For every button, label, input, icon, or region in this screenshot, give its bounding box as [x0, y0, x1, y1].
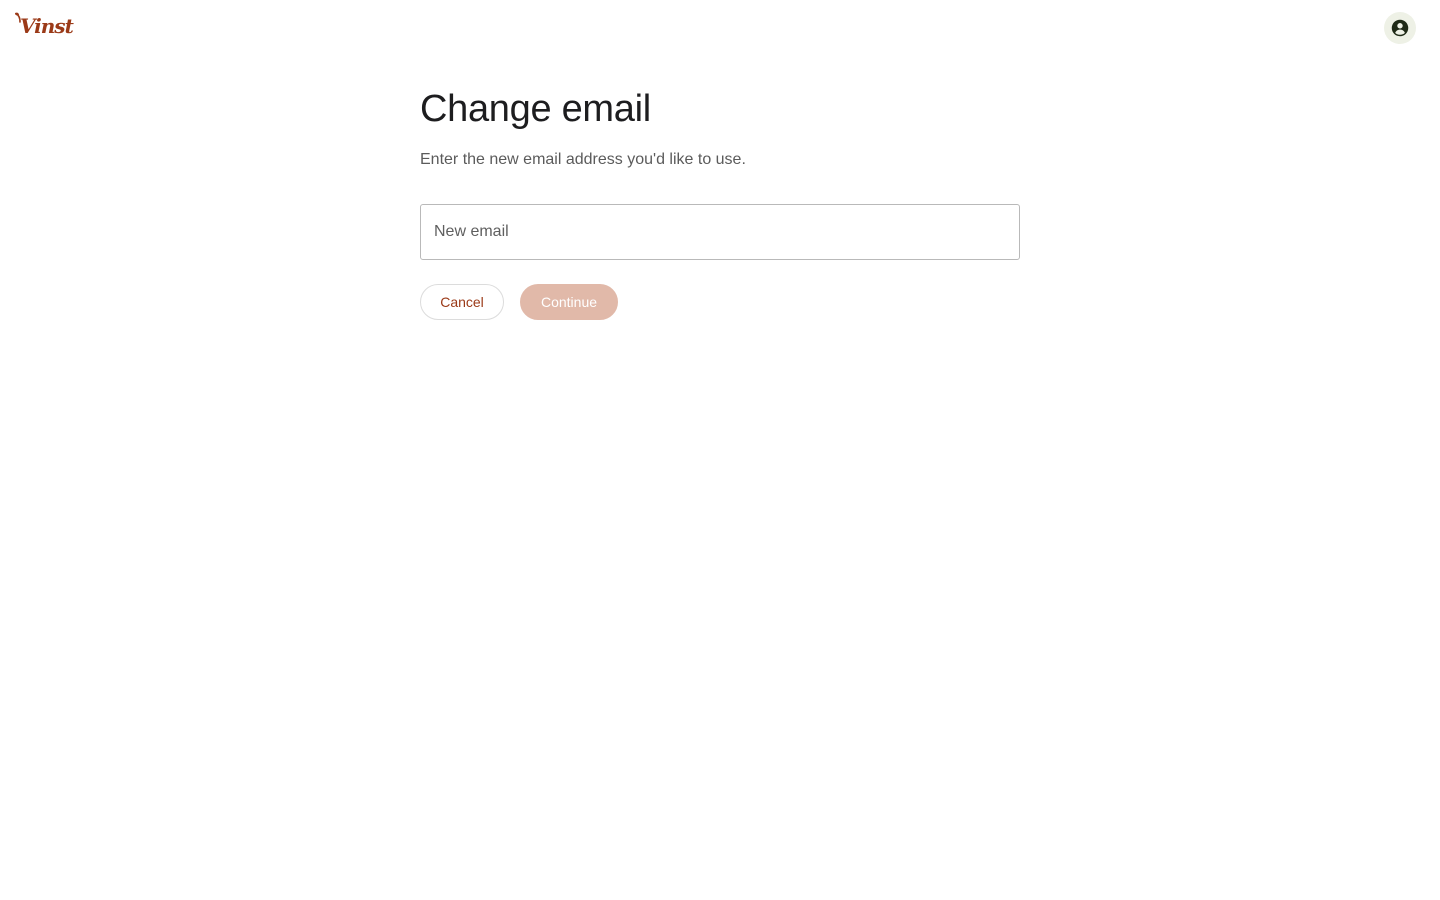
account-circle-icon — [1391, 19, 1409, 37]
change-email-form: Change email Enter the new email address… — [420, 86, 1020, 320]
continue-button[interactable]: Continue — [520, 284, 618, 320]
form-actions: Cancel Continue — [420, 284, 1020, 320]
page-title: Change email — [420, 88, 651, 130]
logo-text: Vinst — [20, 14, 74, 38]
page-subtitle: Enter the new email address you'd like t… — [420, 151, 746, 168]
cancel-button[interactable]: Cancel — [420, 284, 504, 320]
vinst-logo[interactable]: Vinst — [14, 12, 74, 42]
top-bar: Vinst — [0, 0, 1440, 56]
new-email-input[interactable] — [420, 204, 1020, 260]
account-button[interactable] — [1384, 12, 1416, 44]
